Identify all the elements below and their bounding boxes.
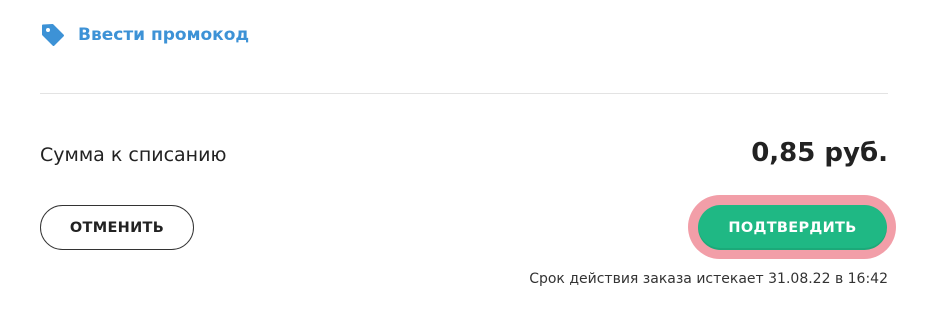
confirm-button[interactable]: ПОДТВЕРДИТЬ — [698, 205, 887, 250]
amount-due-label: Сумма к списанию — [40, 144, 227, 166]
tag-icon — [40, 22, 66, 48]
section-divider — [40, 93, 888, 94]
order-expiry-note: Срок действия заказа истекает 31.08.22 в… — [529, 271, 888, 287]
enter-promo-code-label: Ввести промокод — [78, 25, 250, 45]
amount-due-value: 0,85 руб. — [751, 138, 888, 168]
enter-promo-code-link[interactable]: Ввести промокод — [40, 22, 249, 48]
cancel-button[interactable]: ОТМЕНИТЬ — [40, 205, 194, 250]
